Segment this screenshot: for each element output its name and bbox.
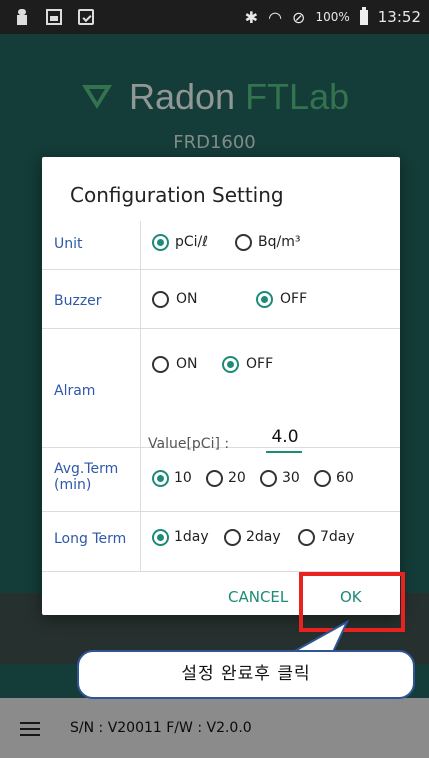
dialog-title: Configuration Setting <box>70 183 284 207</box>
alarm-value-underline <box>266 451 302 453</box>
long-term-option-2day: 2day <box>246 529 281 545</box>
alarm-option-on: ON <box>176 356 198 372</box>
clock: 13:52 <box>377 8 421 26</box>
avg-term-radio-30[interactable] <box>260 470 277 487</box>
status-left <box>14 0 94 34</box>
status-bar: ✱ ◠ ⊘ 100% 13:52 <box>0 0 429 34</box>
cancel-button[interactable]: CANCEL <box>228 588 288 606</box>
buzzer-label: Buzzer <box>54 293 102 309</box>
avg-term-option-10: 10 <box>174 470 192 486</box>
callout-bubble: 설정 완료후 클릭 <box>77 650 415 699</box>
buzzer-radio-on[interactable] <box>152 291 169 308</box>
ok-highlight-box <box>299 572 405 632</box>
avg-term-option-20: 20 <box>228 470 246 486</box>
unit-label: Unit <box>54 236 83 252</box>
alarm-radio-on[interactable] <box>152 356 169 373</box>
avg-term-radio-10[interactable] <box>152 470 169 487</box>
long-term-radio-1day[interactable] <box>152 529 169 546</box>
long-term-label: Long Term <box>54 531 127 547</box>
long-term-option-1day: 1day <box>174 529 209 545</box>
long-term-radio-7day[interactable] <box>298 529 315 546</box>
battery-percent: 100% <box>315 10 350 24</box>
clipboard-check-icon <box>78 9 94 25</box>
buzzer-option-on: ON <box>176 291 198 307</box>
status-right: ✱ ◠ ⊘ 100% 13:52 <box>245 0 421 34</box>
battery-icon <box>359 6 368 25</box>
image-icon <box>46 9 62 25</box>
avg-term-option-60: 60 <box>336 470 354 486</box>
alarm-label: Alram <box>54 383 96 399</box>
row-divider <box>42 511 400 512</box>
config-dialog: Configuration Setting Unit pCi/ℓ Bq/m³ B… <box>42 157 400 615</box>
unit-option-bq: Bq/m³ <box>258 234 301 250</box>
unit-option-pci: pCi/ℓ <box>175 234 209 250</box>
unit-radio-pci[interactable] <box>152 234 169 251</box>
wifi-icon: ◠ <box>268 7 283 27</box>
avg-term-option-30: 30 <box>282 470 300 486</box>
row-divider <box>42 328 400 329</box>
avg-term-radio-20[interactable] <box>206 470 223 487</box>
row-divider <box>42 269 400 270</box>
person-icon <box>14 9 30 25</box>
alarm-radio-off[interactable] <box>222 356 239 373</box>
unit-radio-bq[interactable] <box>235 234 252 251</box>
long-term-option-7day: 7day <box>320 529 355 545</box>
buzzer-radio-off[interactable] <box>256 291 273 308</box>
alarm-option-off: OFF <box>246 356 274 372</box>
no-sound-icon: ⊘ <box>292 7 306 27</box>
alarm-value-label: Value[pCi] : <box>148 436 230 452</box>
avg-term-label: Avg.Term (min) <box>54 461 119 493</box>
avg-term-radio-60[interactable] <box>314 470 331 487</box>
bluetooth-icon: ✱ <box>244 7 259 27</box>
long-term-radio-2day[interactable] <box>224 529 241 546</box>
alarm-value-input[interactable]: 4.0 <box>268 427 302 447</box>
column-divider <box>140 221 141 571</box>
buzzer-option-off: OFF <box>280 291 308 307</box>
